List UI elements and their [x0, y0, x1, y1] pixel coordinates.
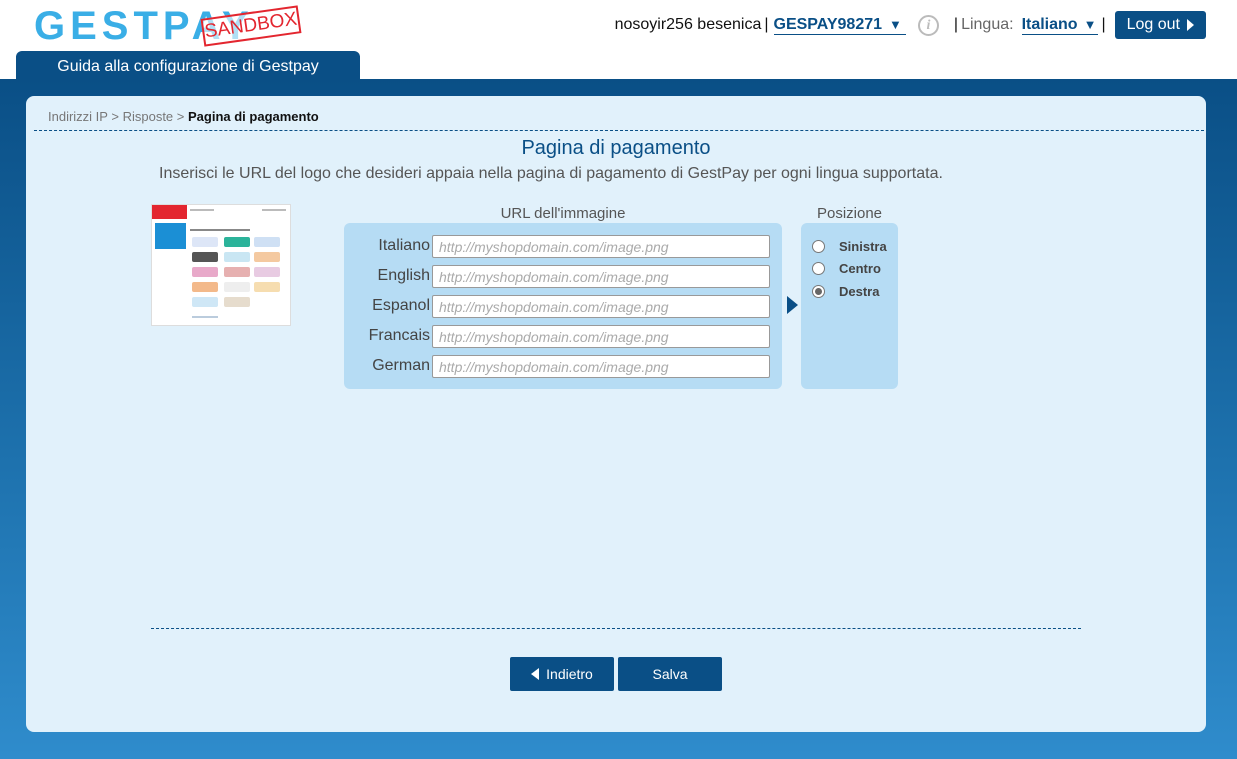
url-section: Italiano English Espanol Francais German	[344, 223, 782, 389]
language-value: Italiano	[1021, 15, 1078, 33]
gestpay-logo: GESTPAY SANDBOX	[34, 5, 324, 48]
save-button[interactable]: Salva	[618, 657, 722, 691]
url-label-francais: Francais	[368, 327, 430, 344]
preview-tile	[254, 267, 280, 277]
preview-tile	[254, 237, 280, 247]
back-label: Indietro	[546, 666, 593, 682]
radio-sinistra[interactable]	[812, 239, 825, 253]
preview-tile	[254, 252, 280, 262]
url-row-francais: Francais	[344, 325, 782, 349]
preview-sidebar-block	[155, 223, 186, 249]
breadcrumb-item-ip[interactable]: Indirizzi IP	[48, 109, 108, 124]
tab-guide[interactable]: Guida alla configurazione di Gestpay	[16, 51, 360, 79]
radio-label-destra: Destra	[839, 283, 880, 299]
position-option-destra[interactable]: Destra	[812, 282, 879, 300]
url-input-german[interactable]	[432, 355, 770, 378]
preview-tile	[192, 297, 218, 307]
divider	[151, 628, 1081, 629]
preview-tile	[192, 237, 218, 247]
info-icon[interactable]: i	[917, 14, 939, 36]
preview-tile	[192, 252, 218, 262]
preview-tile	[224, 297, 250, 307]
triangle-right-icon	[787, 296, 798, 314]
back-button[interactable]: Indietro	[510, 657, 614, 691]
url-label-english: English	[377, 267, 430, 284]
breadcrumb-item-risposte[interactable]: Risposte	[123, 109, 174, 124]
page-title: Pagina di pagamento	[521, 137, 711, 159]
user-name: nosoyir256 besenica	[614, 16, 762, 33]
position-section-header: Posizione	[816, 205, 883, 222]
radio-label-sinistra: Sinistra	[839, 238, 887, 254]
merchant-code: GESPAY98271	[773, 15, 883, 33]
url-row-english: English	[344, 265, 782, 289]
merchant-select[interactable]: GESPAY98271 ▼	[773, 15, 906, 35]
preview-logo-block	[152, 205, 187, 219]
language-label: Lingua:	[961, 16, 1014, 33]
breadcrumb-separator: >	[111, 109, 119, 124]
position-option-centro[interactable]: Centro	[812, 259, 881, 277]
triangle-right-icon	[1187, 19, 1194, 31]
content-panel: Indirizzi IP > Risposte > Pagina di paga…	[26, 96, 1206, 732]
preview-tile	[224, 237, 250, 247]
url-row-italiano: Italiano	[344, 235, 782, 259]
chevron-down-icon: ▼	[1083, 17, 1097, 32]
url-row-espanol: Espanol	[344, 295, 782, 319]
preview-tile	[192, 267, 218, 277]
breadcrumb: Indirizzi IP > Risposte > Pagina di paga…	[48, 109, 319, 124]
chevron-down-icon: ▼	[889, 17, 902, 32]
preview-tile	[192, 282, 218, 292]
preview-line	[190, 229, 250, 231]
url-label-german: German	[372, 357, 430, 374]
position-section: Sinistra Centro Destra	[801, 223, 898, 389]
triangle-left-icon	[531, 668, 540, 680]
breadcrumb-current: Pagina di pagamento	[188, 109, 319, 124]
payment-page-preview-image	[151, 204, 291, 326]
position-option-sinistra[interactable]: Sinistra	[812, 237, 887, 255]
url-input-francais[interactable]	[432, 325, 770, 348]
preview-line	[262, 209, 286, 211]
header: GESTPAY SANDBOX nosoyir256 besenica | GE…	[0, 0, 1237, 79]
preview-tile	[224, 267, 250, 277]
user-bar: nosoyir256 besenica | GESPAY98271 ▼ i | …	[615, 11, 1206, 39]
separator: |	[764, 16, 769, 33]
url-section-header: URL dell'immagine	[500, 205, 626, 222]
preview-tile	[224, 252, 250, 262]
preview-tile	[254, 282, 280, 292]
save-label: Salva	[652, 666, 688, 682]
radio-label-centro: Centro	[839, 260, 881, 276]
divider	[34, 130, 1204, 131]
preview-tile	[224, 282, 250, 292]
url-input-italiano[interactable]	[432, 235, 770, 258]
separator: |	[1101, 16, 1106, 33]
preview-line	[190, 209, 214, 211]
logout-button[interactable]: Log out	[1114, 11, 1206, 39]
logout-label: Log out	[1126, 16, 1180, 33]
url-input-english[interactable]	[432, 265, 770, 288]
separator: |	[953, 16, 959, 33]
url-input-espanol[interactable]	[432, 295, 770, 318]
preview-line	[192, 316, 218, 318]
url-label-italiano: Italiano	[378, 237, 430, 254]
page-description: Inserisci le URL del logo che desideri a…	[159, 165, 943, 182]
radio-destra[interactable]	[812, 284, 825, 298]
radio-centro[interactable]	[812, 261, 825, 275]
language-select[interactable]: Italiano ▼	[1021, 15, 1099, 35]
url-label-espanol: Espanol	[372, 297, 430, 314]
url-row-german: German	[344, 355, 782, 379]
breadcrumb-separator: >	[176, 109, 185, 124]
